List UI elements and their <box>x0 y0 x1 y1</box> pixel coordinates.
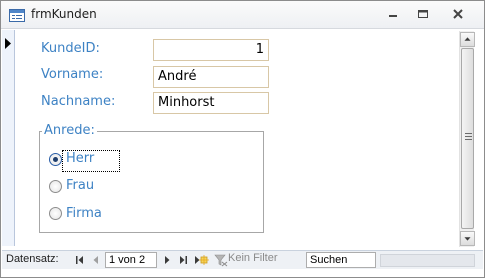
scrollbar-thumb[interactable] <box>461 48 474 229</box>
window-title: frmKunden <box>31 7 97 21</box>
vorname-field[interactable]: André <box>153 66 269 88</box>
search-input[interactable]: Suchen <box>306 252 376 268</box>
radio-firma-label[interactable]: Firma <box>66 206 102 221</box>
radio-frau[interactable] <box>49 180 62 193</box>
minimize-icon[interactable] <box>382 5 404 23</box>
previous-record-icon[interactable] <box>90 253 102 267</box>
form-app-icon <box>9 9 25 22</box>
close-icon[interactable] <box>447 5 469 23</box>
next-record-icon[interactable] <box>161 253 173 267</box>
maximize-icon[interactable] <box>412 5 434 23</box>
record-position-field[interactable]: 1 von 2 <box>105 252 157 268</box>
scroll-up-icon[interactable] <box>460 32 475 47</box>
form-window: frmKunden KundeID: 1 Vorname: André Nach… <box>0 0 485 278</box>
kundeid-label: KundeID: <box>41 41 100 56</box>
filter-icon[interactable] <box>214 253 228 267</box>
nachname-field[interactable]: Minhorst <box>153 92 269 114</box>
horizontal-scroll-area[interactable] <box>380 254 475 267</box>
radio-frau-label[interactable]: Frau <box>66 178 94 193</box>
vertical-scrollbar[interactable] <box>459 31 475 247</box>
new-record-icon[interactable] <box>193 253 209 267</box>
title-bar[interactable]: frmKunden <box>1 1 484 29</box>
scroll-down-icon[interactable] <box>460 231 475 246</box>
last-record-icon[interactable] <box>177 253 189 267</box>
anrede-group-title: Anrede: <box>42 123 97 138</box>
vorname-label: Vorname: <box>41 67 104 82</box>
first-record-icon[interactable] <box>74 253 86 267</box>
navigation-label: Datensatz: <box>6 253 59 265</box>
record-navigation-bar: Datensatz: 1 von 2 Kein Filter Suchen <box>2 250 483 269</box>
radio-herr-label[interactable]: Herr <box>66 151 94 166</box>
radio-firma[interactable] <box>49 207 62 220</box>
filter-status[interactable]: Kein Filter <box>228 252 278 264</box>
record-selector-arrow-icon <box>5 38 11 49</box>
kundeid-field[interactable]: 1 <box>153 39 269 61</box>
nachname-label: Nachname: <box>41 94 116 109</box>
radio-herr[interactable] <box>49 153 62 166</box>
record-selector[interactable] <box>2 30 15 246</box>
